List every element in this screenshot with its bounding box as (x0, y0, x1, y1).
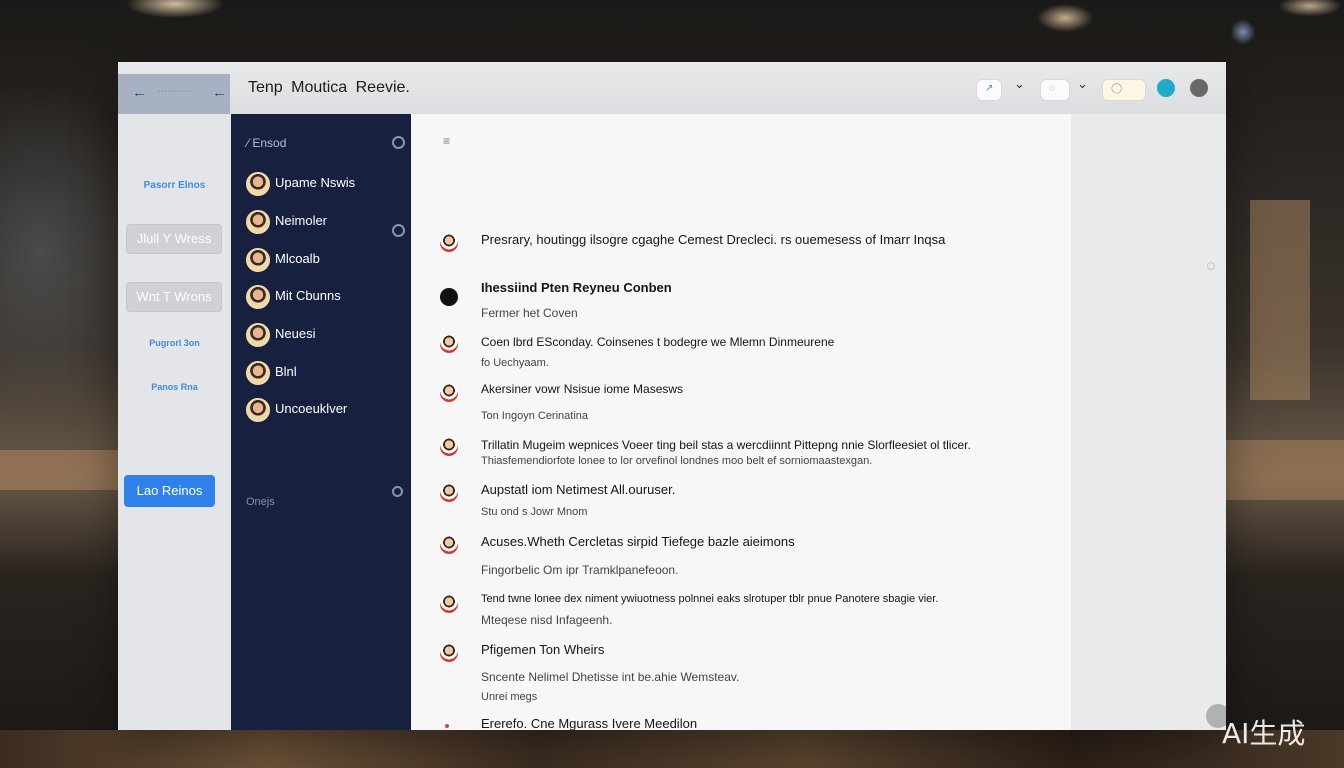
message-title: Ihessiind Pten Reyneu Conben (481, 280, 672, 295)
message-subtext: Sncente Nelimel Dhetisse int be.ahie Wem… (481, 670, 740, 684)
contact-name: Upame Nswis (275, 175, 356, 190)
sidebar-primary-button[interactable]: Lao Reinos (124, 475, 215, 507)
avatar (440, 595, 458, 613)
contact-item[interactable]: Upame Nswis (246, 172, 406, 196)
sidebar-button-1[interactable]: Jlull Y Wress (126, 224, 222, 254)
sidebar-link-3[interactable]: Panos Rna (118, 382, 231, 392)
avatar (246, 248, 270, 272)
nav-controls: ← ·········· ← (118, 74, 230, 114)
background-floor (0, 730, 1344, 768)
avatar (246, 285, 270, 309)
contact-name: Neuesi (275, 326, 316, 341)
message-text: Aupstatl iom Netimest All.ouruser. (481, 482, 676, 497)
avatar (440, 335, 458, 353)
left-sidebar: Pasorr Elnos Jlull Y Wress Wnt T Wrons P… (118, 114, 232, 730)
contact-name: Mit Cbunns (275, 288, 341, 303)
avatar (246, 398, 270, 422)
avatar (246, 210, 270, 234)
message-text: Ererefo. Cne Mgurass Ivere Meedilon (481, 716, 698, 730)
message-subtext: Mteqese nisd Infageenh. (481, 613, 613, 627)
background-shelf-left (0, 450, 118, 490)
contact-item[interactable]: Neuesi (246, 323, 406, 347)
menu-icon[interactable]: ≡ (443, 134, 450, 148)
status-dot-teal[interactable] (1157, 79, 1175, 97)
sidebar-link-1[interactable]: Pasorr Elnos (118, 180, 231, 191)
contacts-footer[interactable]: Onejs (246, 496, 275, 508)
toolbar-chip-3[interactable]: ◯ (1102, 79, 1146, 101)
watermark-label: AI生成 (1222, 717, 1306, 750)
nav-breadcrumb-dots: ·········· (158, 88, 192, 95)
user-avatar-dot[interactable] (1190, 79, 1208, 97)
back-arrow-icon[interactable]: ← (132, 84, 147, 101)
contact-name: Blnl (275, 364, 297, 379)
contact-item[interactable]: Uncoeuklver (246, 398, 406, 422)
toggle-icon: ◯ (1111, 83, 1123, 94)
app-window: ← ·········· ← Tenp Moutica Reevie. ↗ ⌄ … (118, 62, 1226, 730)
chevron-down-icon[interactable]: ⌄ (1014, 76, 1025, 92)
ring-icon-3[interactable] (392, 486, 403, 497)
contacts-panel: ⁄ Ensod Upame Nswis Neimoler Mlcoalb Mit… (231, 114, 411, 730)
forward-arrow-icon[interactable]: ← (212, 84, 227, 101)
message-feed: ≡ Presrary, houtingg ilsogre cgaghe Ceme… (411, 114, 1071, 730)
message-text: Presrary, houtingg ilsogre cgaghe Cemest… (481, 232, 946, 247)
contact-name: Mlcoalb (275, 251, 320, 266)
message-subtext: Thiasfemendiorfote lonee to lor orvefino… (481, 455, 873, 467)
sidebar-link-2[interactable]: Pugrorl 3on (118, 338, 231, 348)
avatar (440, 536, 458, 554)
circle-icon: ◌ (1049, 83, 1055, 94)
background-panel-right (1250, 200, 1310, 400)
background-shelf-right (1226, 440, 1344, 500)
message-text: Acuses.Wheth Cercletas sirpid Tiefege ba… (481, 534, 795, 549)
message-text: Tend twne lonee dex niment ywiuotness po… (481, 593, 939, 605)
avatar (440, 644, 458, 662)
chevron-down-icon-2[interactable]: ⌄ (1077, 76, 1088, 92)
message-subtext: Stu ond s Jowr Mnom (481, 506, 588, 518)
message-subtext: fo Uechyaam. (481, 357, 549, 369)
contact-name: Uncoeuklver (275, 401, 348, 416)
message-subtext-2: Unrei megs (481, 691, 538, 703)
scroll-indicator[interactable] (1207, 262, 1215, 270)
contacts-header: ⁄ Ensod (247, 136, 287, 150)
message-subtext: Fermer het Coven (481, 306, 578, 320)
avatar (440, 438, 458, 456)
message-text: Akersiner vowr Nsisue iome Masesws (481, 382, 684, 396)
top-bar: ← ·········· ← Tenp Moutica Reevie. ↗ ⌄ … (118, 62, 1226, 115)
message-text: Coen lbrd ESconday. Coinsenes t bodegre … (481, 335, 835, 349)
toolbar-chip-2[interactable]: ◌ (1040, 79, 1070, 101)
contact-item[interactable]: Blnl (246, 361, 406, 385)
sidebar-button-2[interactable]: Wnt T Wrons (126, 282, 222, 312)
window-title: Tenp Moutica Reevie. (248, 79, 410, 96)
right-panel (1071, 114, 1226, 730)
contact-name: Neimoler (275, 213, 328, 228)
avatar (445, 724, 449, 728)
arrow-icon: ↗ (985, 83, 994, 94)
message-text: Pfigemen Ton Wheirs (481, 642, 605, 657)
avatar (246, 361, 270, 385)
message-text: Trillatin Mugeim wepnices Voeer ting bei… (481, 438, 971, 452)
contacts-header-label: Ensod (252, 136, 287, 150)
contact-item[interactable]: Mlcoalb (246, 248, 406, 272)
avatar (246, 172, 270, 196)
avatar (246, 323, 270, 347)
contact-item[interactable]: Mit Cbunns (246, 285, 406, 309)
avatar (440, 234, 458, 252)
toolbar-chip-1[interactable]: ↗ (976, 79, 1002, 101)
message-subtext: Ton Ingoyn Cerinatina (481, 410, 589, 422)
contact-item[interactable]: Neimoler (246, 210, 406, 234)
avatar (440, 484, 458, 502)
message-subtext: Fingorbelic Om ipr Tramklpanefeoon. (481, 563, 679, 577)
ring-icon[interactable] (392, 136, 405, 149)
avatar (440, 384, 458, 402)
avatar (440, 288, 458, 306)
